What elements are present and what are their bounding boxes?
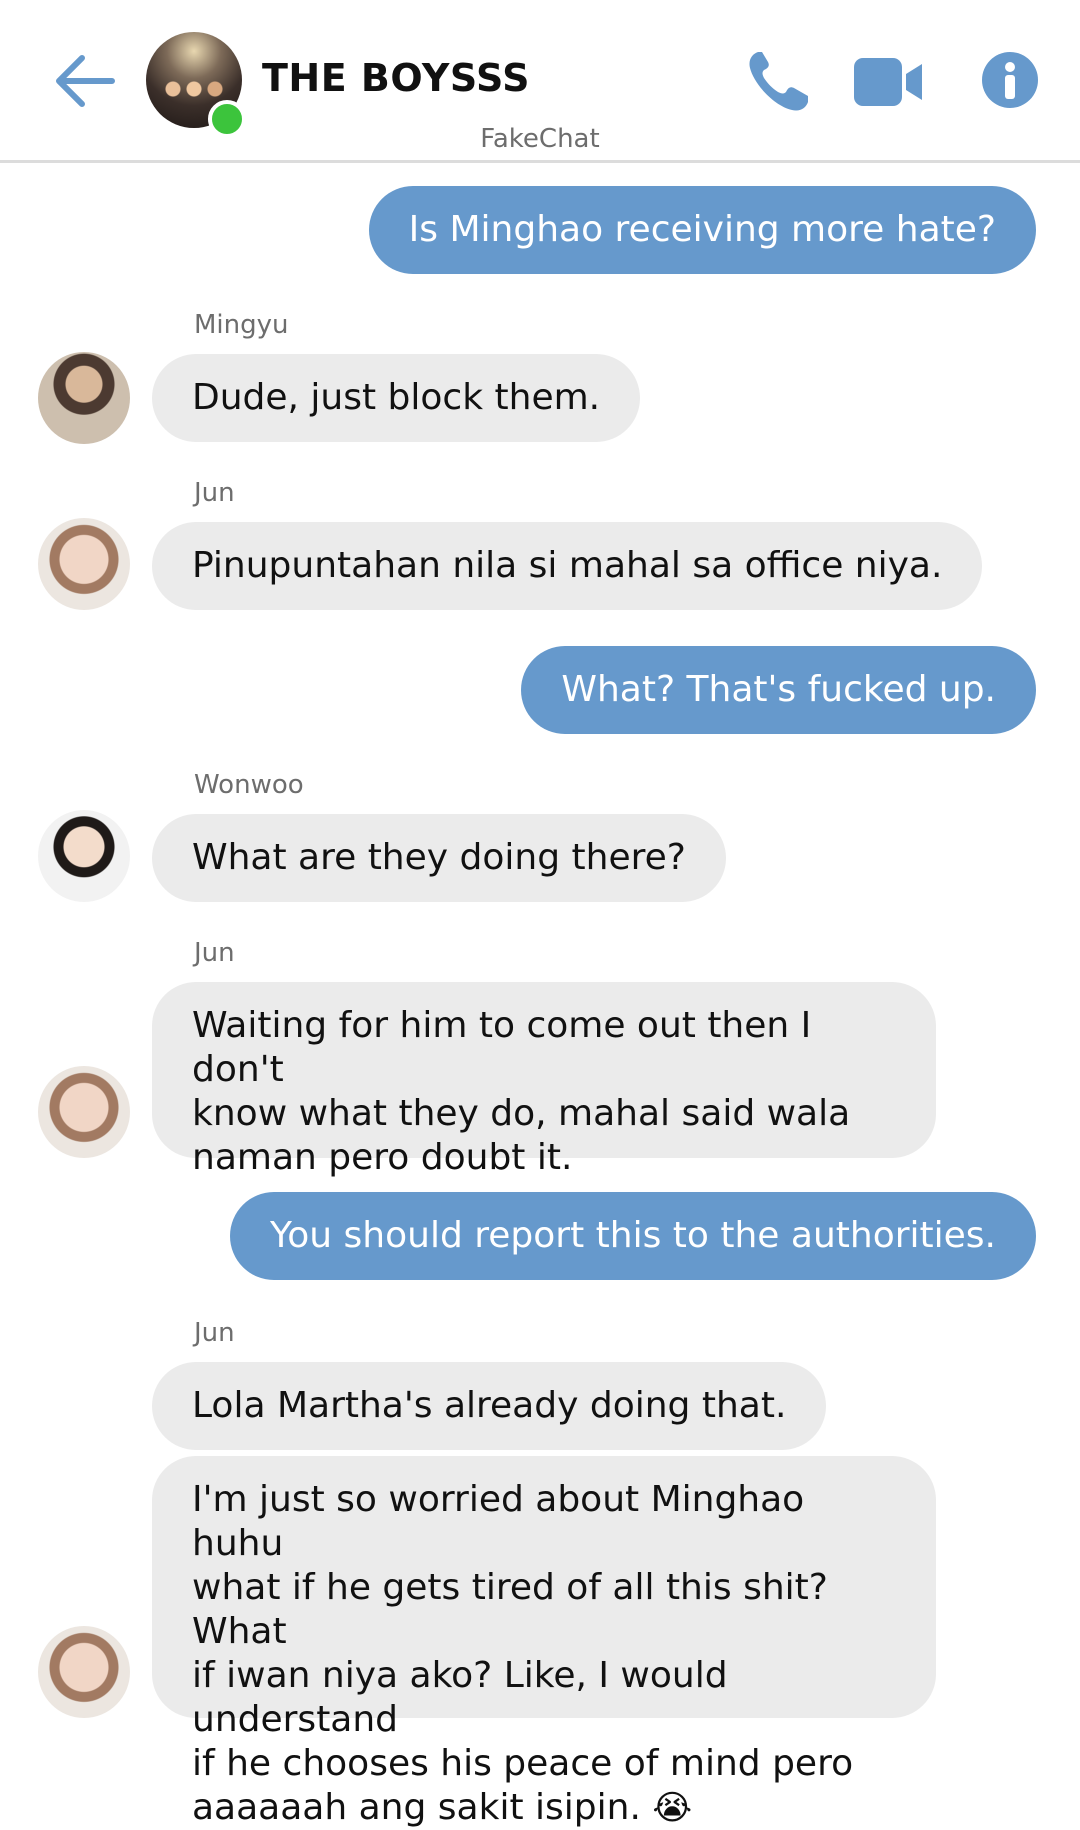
avatar-mingyu[interactable] [38,352,130,444]
outgoing-message[interactable]: You should report this to the authoritie… [230,1192,1036,1280]
message-text: Is Minghao receiving more hate? [408,209,996,250]
avatar-jun[interactable] [38,1626,130,1718]
incoming-message[interactable]: Pinupuntahan nila si mahal sa office niy… [152,522,983,610]
message-text: What? That's fucked up. [561,669,996,710]
message-text: What are they doing there? [192,837,686,878]
message-text: Dude, just block them. [192,377,601,418]
incoming-message[interactable]: I'm just so worried about Minghao huhu w… [152,1456,936,1828]
message-line: if he chooses his peace of mind pero [192,1743,854,1784]
message-line: I'm just so worried about Minghao huhu [192,1479,805,1564]
message-text: Lola Martha's already doing that. [192,1385,787,1426]
message-line: know what they do, mahal said wala [192,1093,851,1134]
message-line: naman pero doubt it. [192,1137,573,1178]
avatar-jun[interactable] [38,518,130,610]
back-arrow-icon[interactable] [50,48,120,114]
outgoing-message[interactable]: Is Minghao receiving more hate? [368,186,1036,274]
incoming-message[interactable]: What are they doing there? [152,814,726,902]
outgoing-message[interactable]: What? That's fucked up. [521,646,1036,734]
message-line: aaaaaah ang sakit isipin. 😭 [192,1786,896,1830]
crying-face-emoji: 😭 [652,1788,693,1828]
incoming-message[interactable]: Dude, just block them. [152,354,641,442]
message-line: if iwan niya ako? Like, I would understa… [192,1655,728,1740]
chat-header: THE BOYSSS FakeChat [0,0,1080,163]
phone-call-icon[interactable] [744,48,812,116]
video-call-icon[interactable] [854,54,924,110]
sender-name: Wonwoo [194,770,304,800]
sender-name: Jun [194,1318,235,1348]
avatar-wonwoo[interactable] [38,810,130,902]
message-text: Pinupuntahan nila si mahal sa office niy… [192,545,943,586]
incoming-message[interactable]: Lola Martha's already doing that. [152,1362,827,1450]
incoming-message[interactable]: Waiting for him to come out then I don't… [152,982,936,1178]
sender-name: Mingyu [194,310,289,340]
sender-name: Jun [194,478,235,508]
avatar-jun[interactable] [38,1066,130,1158]
chat-title: THE BOYSSS [262,56,531,100]
message-line-text: aaaaaah ang sakit isipin. [192,1787,641,1828]
info-icon[interactable] [980,50,1040,110]
message-line: Waiting for him to come out then I don't [192,1005,812,1090]
message-line: what if he gets tired of all this shit? … [192,1567,828,1652]
message-text: You should report this to the authoritie… [270,1215,996,1256]
chat-subtitle: FakeChat [480,124,600,154]
sender-name: Jun [194,938,235,968]
